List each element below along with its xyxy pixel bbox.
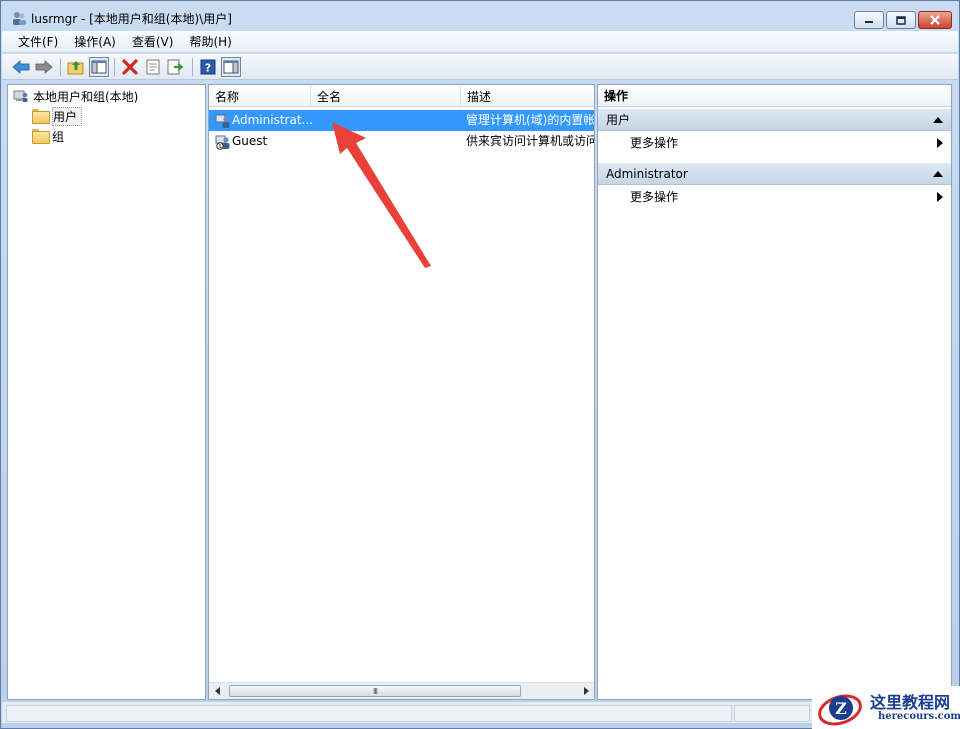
actions-section-users[interactable]: 用户 [598,109,951,131]
scroll-grip: III [372,686,378,696]
actions-section-label: Administrator [606,167,688,181]
help-icon: ? [200,59,216,75]
tree-root-label: 本地用户和组(本地) [33,89,139,104]
toolbar-separator [114,58,115,76]
list-header: 名称 全名 描述 [209,85,594,107]
up-folder-icon [67,61,84,75]
cell-description: 管理计算机(域)的内置帐 [466,113,594,127]
actions-section-administrator[interactable]: Administrator [598,163,951,185]
submenu-arrow-icon [937,138,943,148]
column-header-fullname[interactable]: 全名 [311,85,461,107]
column-header-name[interactable]: 名称 [209,85,311,107]
back-icon [12,60,30,74]
folder-icon [32,109,50,124]
forward-button[interactable] [34,57,54,77]
user-icon [215,114,230,128]
collapse-icon [933,171,943,177]
minimize-button[interactable] [854,11,884,29]
status-segment [734,705,810,722]
properties-button[interactable] [143,57,163,77]
watermark: Z 这里教程网 herecours.com [812,686,960,729]
scroll-right-button[interactable] [577,683,594,699]
svg-text:?: ? [205,62,211,75]
scroll-thumb[interactable]: III [229,685,521,697]
window-title: lusrmgr - [本地用户和组(本地)\用户] [31,12,232,26]
collapse-icon [933,117,943,123]
table-row[interactable]: Administrat... 管理计算机(域)的内置帐 [209,110,594,131]
toolbar-separator [192,58,193,76]
chevron-left-icon [214,687,220,695]
tree-item-users[interactable]: 用户 [32,106,83,126]
close-icon [930,15,940,25]
tree-item-users-label: 用户 [52,106,83,126]
users-app-icon [13,12,26,25]
watermark-text: 这里教程网 [870,693,951,712]
chevron-right-icon [583,687,589,695]
properties-icon [146,59,160,75]
toolbar-separator [60,58,61,76]
watermark-url: herecours.com [878,711,960,722]
more-actions-item[interactable]: 更多操作 [598,132,951,154]
maximize-button[interactable] [886,11,916,29]
close-button[interactable] [918,11,952,29]
title-bar[interactable]: lusrmgr - [本地用户和组(本地)\用户] [1,1,959,31]
users-groups-icon [13,90,28,102]
cell-name: Guest [232,134,268,148]
column-header-description[interactable]: 描述 [461,85,594,107]
tree-item-groups[interactable]: 组 [32,127,64,145]
export-icon [167,59,184,75]
toolbar: ? [2,54,958,80]
delete-button[interactable] [120,57,140,77]
watermark-logo: Z [818,694,862,726]
cell-description: 供来宾访问计算机或访问 [466,134,594,148]
status-segment [6,705,732,722]
user-icon [215,135,230,150]
menu-help[interactable]: 帮助(H) [181,31,239,53]
more-actions-item[interactable]: 更多操作 [598,186,951,208]
up-one-level-button[interactable] [66,57,86,77]
mmc-window: lusrmgr - [本地用户和组(本地)\用户] 文件(F) 操作(A) 查看… [0,0,960,729]
menu-view[interactable]: 查看(V) [124,31,182,53]
actions-pane: 操作 用户 更多操作 Administrator 更多操作 [597,84,952,700]
horizontal-scrollbar[interactable]: III [209,682,594,699]
tree-root-local-users-groups[interactable]: 本地用户和组(本地) [13,87,138,105]
delete-icon [122,59,138,75]
help-button[interactable]: ? [198,57,218,77]
cell-fullname [317,131,457,152]
menu-bar: 文件(F) 操作(A) 查看(V) 帮助(H) [2,31,958,53]
forward-icon [35,60,53,74]
svg-text:Z: Z [835,699,847,718]
table-row[interactable]: Guest 供来宾访问计算机或访问 [209,131,594,152]
console-tree-pane: 本地用户和组(本地) 用户 组 [7,84,206,700]
show-action-pane-icon [223,60,239,74]
more-actions-label: 更多操作 [630,136,679,150]
back-button[interactable] [11,57,31,77]
show-hide-tree-button[interactable] [89,57,109,77]
actions-section-label: 用户 [606,113,631,127]
cell-name: Administrat... [232,113,313,127]
scroll-left-button[interactable] [209,683,226,699]
menu-action[interactable]: 操作(A) [66,31,124,53]
menu-file[interactable]: 文件(F) [2,31,66,53]
maximize-icon [896,15,906,25]
tree-item-groups-label: 组 [52,129,65,144]
more-actions-label: 更多操作 [630,190,679,204]
folder-icon [32,129,50,144]
cell-fullname [317,110,457,131]
export-list-button[interactable] [166,57,186,77]
result-list-pane: 名称 全名 描述 Administrat... 管理计算机(域)的内置帐 Gue… [208,84,595,700]
actions-pane-title: 操作 [598,85,951,107]
minimize-icon [865,21,873,23]
submenu-arrow-icon [937,192,943,202]
show-hide-action-pane-button[interactable] [221,57,241,77]
show-tree-icon [91,60,107,74]
